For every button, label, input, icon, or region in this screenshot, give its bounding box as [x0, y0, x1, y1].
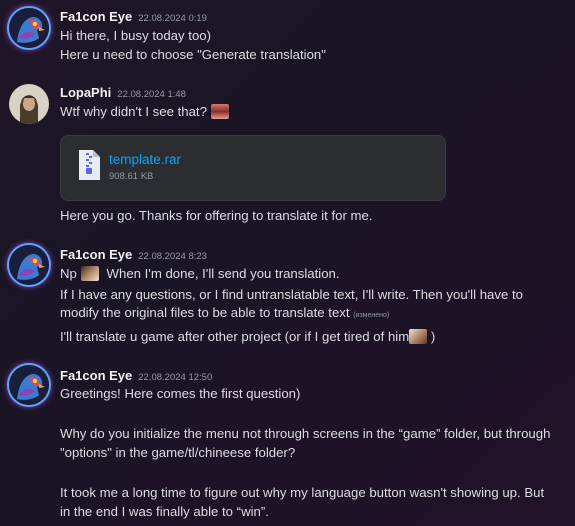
message-text-content: modify the original files to be able to …: [60, 305, 350, 320]
message-text: If I have any questions, or I find untra…: [60, 287, 523, 302]
author-name[interactable]: LopaPhi 22.08.2024 1:48: [60, 85, 186, 100]
author-name[interactable]: Fa1con Eye 22.08.2024 0:19: [60, 9, 207, 24]
message-text-content: When I'm done, I'll send you translation…: [106, 266, 340, 281]
message-text: It took me a long time to figure out why…: [60, 485, 545, 500]
message-text-content: Np: [60, 266, 77, 281]
falcon-avatar[interactable]: [9, 245, 49, 285]
message-text-content: ): [430, 329, 436, 344]
message-text: Here you go. Thanks for offering to tran…: [60, 208, 373, 223]
lopaphi-avatar[interactable]: [9, 84, 49, 124]
message-text: I'll translate u game after other projec…: [60, 329, 435, 344]
author-name[interactable]: Fa1con Eye 22.08.2024 8:23: [60, 247, 207, 262]
file-attachment[interactable]: template.rar 908.61 KB: [60, 135, 446, 201]
message-text: Why do you initialize the menu not throu…: [60, 426, 551, 441]
message-text: modify the original files to be able to …: [60, 305, 389, 320]
attachment-filename[interactable]: template.rar: [109, 152, 181, 167]
lips-emoji-icon: [210, 104, 229, 119]
message-text: Here u need to choose "Generate translat…: [60, 47, 326, 62]
falcon-avatar[interactable]: [9, 8, 49, 48]
message-text: "options" in the game/tl/chineese folder…: [60, 445, 296, 460]
author-label[interactable]: Fa1con Eye: [60, 9, 132, 24]
message-text-content: Wtf why didn't I see that?: [60, 104, 207, 119]
message-text: Wtf why didn't I see that?: [60, 104, 229, 119]
timestamp: 22.08.2024 12:50: [138, 372, 213, 383]
message-text: Greetings! Here comes the first question…: [60, 386, 301, 401]
edited-tag: (изменено): [353, 312, 390, 319]
message-text-content: I'll translate u game after other projec…: [60, 329, 410, 344]
message-text: Hi there, I busy today too): [60, 28, 211, 43]
reaction-image-emoji-icon: [80, 266, 99, 281]
message-text: in the end I was finally able to “win”.: [60, 504, 269, 519]
timestamp: 22.08.2024 0:19: [138, 13, 207, 24]
reaction-image-emoji-icon: [409, 329, 428, 344]
author-name[interactable]: Fa1con Eye 22.08.2024 12:50: [60, 368, 212, 383]
timestamp: 22.08.2024 8:23: [138, 251, 207, 262]
author-label[interactable]: Fa1con Eye: [60, 247, 132, 262]
message-text: Np When I'm done, I'll send you translat…: [60, 266, 340, 281]
archive-file-icon: [79, 150, 100, 180]
author-label[interactable]: Fa1con Eye: [60, 368, 132, 383]
author-label[interactable]: LopaPhi: [60, 85, 111, 100]
timestamp: 22.08.2024 1:48: [117, 89, 186, 100]
falcon-avatar[interactable]: [9, 365, 49, 405]
attachment-size: 908.61 KB: [109, 171, 154, 182]
